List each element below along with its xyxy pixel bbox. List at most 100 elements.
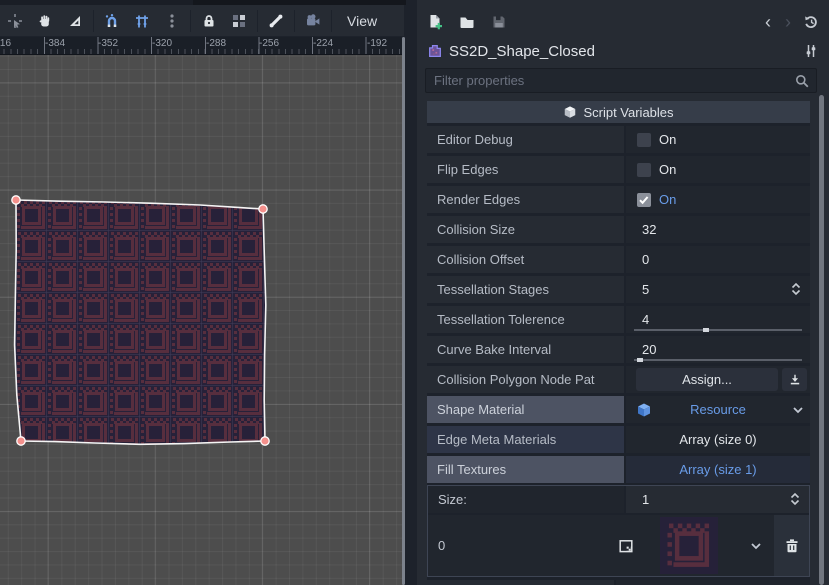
- inspector-panel: ‹ › SS2D_Shape_Closed Script Variables E…: [417, 0, 829, 585]
- property-row-curve-bake-interval: Curve Bake Interval 20: [427, 336, 810, 363]
- ruler-label: -384: [45, 38, 65, 49]
- dock-splitter[interactable]: [406, 0, 417, 585]
- spin-field[interactable]: 5: [626, 282, 649, 297]
- pan-tool-icon[interactable]: [37, 13, 53, 29]
- number-field[interactable]: 32: [626, 222, 656, 237]
- checkbox-unchecked[interactable]: [637, 133, 651, 147]
- save-resource-icon[interactable]: [491, 14, 507, 30]
- object-cube-icon: [563, 105, 577, 119]
- spinner-updown-icon[interactable]: [788, 281, 804, 297]
- checkbox-label[interactable]: On: [659, 162, 676, 177]
- property-label: Shape Material: [427, 396, 624, 423]
- ss2d-node-icon: [427, 43, 443, 59]
- property-row-shape-material: Shape Material Resource: [427, 396, 810, 423]
- property-label: Tessellation Tolerence: [427, 306, 624, 333]
- vertex-handle[interactable]: [261, 437, 269, 445]
- group-object-icon[interactable]: [231, 13, 247, 29]
- inspected-object-name: SS2D_Shape_Closed: [449, 43, 797, 60]
- checkbox-label[interactable]: On: [659, 192, 676, 207]
- array-size-field[interactable]: 1: [626, 492, 649, 507]
- vertex-handle[interactable]: [12, 196, 20, 204]
- fill-textures-array-editor: Size: 1 0: [427, 485, 810, 577]
- checkbox-label[interactable]: On: [659, 132, 676, 147]
- spinner-updown-icon[interactable]: [787, 491, 803, 507]
- property-row-collision-polygon-node-path: Collision Polygon Node Pat Assign...: [427, 366, 810, 393]
- pick-node-icon[interactable]: [782, 368, 807, 391]
- object-history-icon[interactable]: [803, 14, 819, 30]
- new-resource-icon[interactable]: [427, 14, 443, 30]
- ss2d-shape[interactable]: [0, 55, 404, 585]
- checkbox-checked[interactable]: [637, 193, 651, 207]
- use-snap-icon[interactable]: [104, 13, 120, 29]
- slider-track[interactable]: [634, 359, 802, 361]
- property-label: Fill Textures: [427, 456, 624, 483]
- property-label: Curve Bake Interval: [427, 336, 624, 363]
- chevron-down-icon[interactable]: [790, 402, 806, 418]
- object-tools-icon[interactable]: [803, 43, 819, 59]
- property-row-fill-textures: Fill Textures Array (size 1): [427, 456, 810, 483]
- property-label: Flip Edges: [427, 156, 624, 183]
- assign-button[interactable]: Assign...: [636, 368, 778, 391]
- property-row-tessellation-tolerence: Tessellation Tolerence 4: [427, 306, 810, 333]
- search-icon: [794, 73, 810, 89]
- property-row-render-edges: Render Edges On: [427, 186, 810, 213]
- resource-cube-icon: [636, 402, 652, 418]
- property-label: Render Edges: [427, 186, 624, 213]
- ruler-label: -352: [98, 38, 118, 49]
- viewport-vertical-scrollbar[interactable]: [402, 37, 405, 585]
- property-row-tessellation-stages: Tessellation Stages 5: [427, 276, 810, 303]
- remove-item-cell[interactable]: [774, 515, 809, 576]
- property-row-flip-edges: Flip Edges On: [427, 156, 810, 183]
- property-label: Collision Offset: [427, 246, 624, 273]
- toolbar-separator: [294, 10, 295, 32]
- snap-options-icon[interactable]: [134, 13, 150, 29]
- shape-polygon[interactable]: [15, 200, 266, 444]
- slider-field[interactable]: 4: [626, 312, 649, 327]
- resource-value[interactable]: Resource: [690, 402, 746, 417]
- override-camera-icon[interactable]: [305, 13, 321, 29]
- ruler-label: -256: [259, 38, 279, 49]
- array-size-row: Size: 1: [428, 486, 809, 513]
- array-size-label: Size:: [428, 486, 624, 513]
- slider-field[interactable]: 20: [626, 342, 656, 357]
- property-label: Collision Size: [427, 216, 624, 243]
- skeleton-options-icon[interactable]: [268, 13, 284, 29]
- chevron-down-icon[interactable]: [748, 538, 764, 554]
- history-back-icon[interactable]: ‹: [765, 12, 771, 32]
- texture-thumbnail[interactable]: [660, 517, 718, 574]
- inspector-scrollbar[interactable]: [819, 95, 824, 585]
- ruler-mode-icon[interactable]: [67, 13, 83, 29]
- filter-properties-input[interactable]: [426, 73, 794, 88]
- property-row-collision-offset: Collision Offset 0: [427, 246, 810, 273]
- image-texture-icon[interactable]: [618, 538, 634, 554]
- array-item-index: 0: [428, 538, 618, 553]
- array-value-expanded[interactable]: Array (size 1): [679, 462, 756, 477]
- property-row-edge-meta-materials: Edge Meta Materials Array (size 0): [427, 426, 810, 453]
- vertex-handle[interactable]: [17, 437, 25, 445]
- checkbox-unchecked[interactable]: [637, 163, 651, 177]
- property-label: Collision Polygon Node Pat: [427, 366, 624, 393]
- number-field[interactable]: 0: [626, 252, 649, 267]
- ruler-label: -224: [313, 38, 333, 49]
- view-menu-button[interactable]: View: [335, 13, 389, 29]
- toolbar-separator: [331, 10, 332, 32]
- trash-icon[interactable]: [784, 538, 800, 554]
- category-script-variables[interactable]: Script Variables: [427, 101, 810, 123]
- canvas-viewport[interactable]: [0, 55, 404, 585]
- select-tool-icon[interactable]: [7, 13, 23, 29]
- property-row-collision-size: Collision Size 32: [427, 216, 810, 243]
- inspector-toolbar: ‹ ›: [417, 5, 829, 38]
- vertex-handle[interactable]: [259, 205, 267, 213]
- array-item-row: 0: [428, 515, 809, 576]
- slider-grabber[interactable]: [703, 328, 709, 332]
- next-property-row-partial: [427, 580, 810, 585]
- load-resource-icon[interactable]: [459, 14, 475, 30]
- ruler-label: -288: [206, 38, 226, 49]
- slider-grabber[interactable]: [637, 358, 643, 362]
- history-forward-icon[interactable]: ›: [785, 12, 791, 32]
- configure-snap-menu-icon[interactable]: [164, 13, 180, 29]
- slider-track[interactable]: [634, 329, 802, 331]
- lock-object-icon[interactable]: [201, 13, 217, 29]
- canvas-toolbar: View: [0, 5, 404, 37]
- array-value[interactable]: Array (size 0): [679, 432, 756, 447]
